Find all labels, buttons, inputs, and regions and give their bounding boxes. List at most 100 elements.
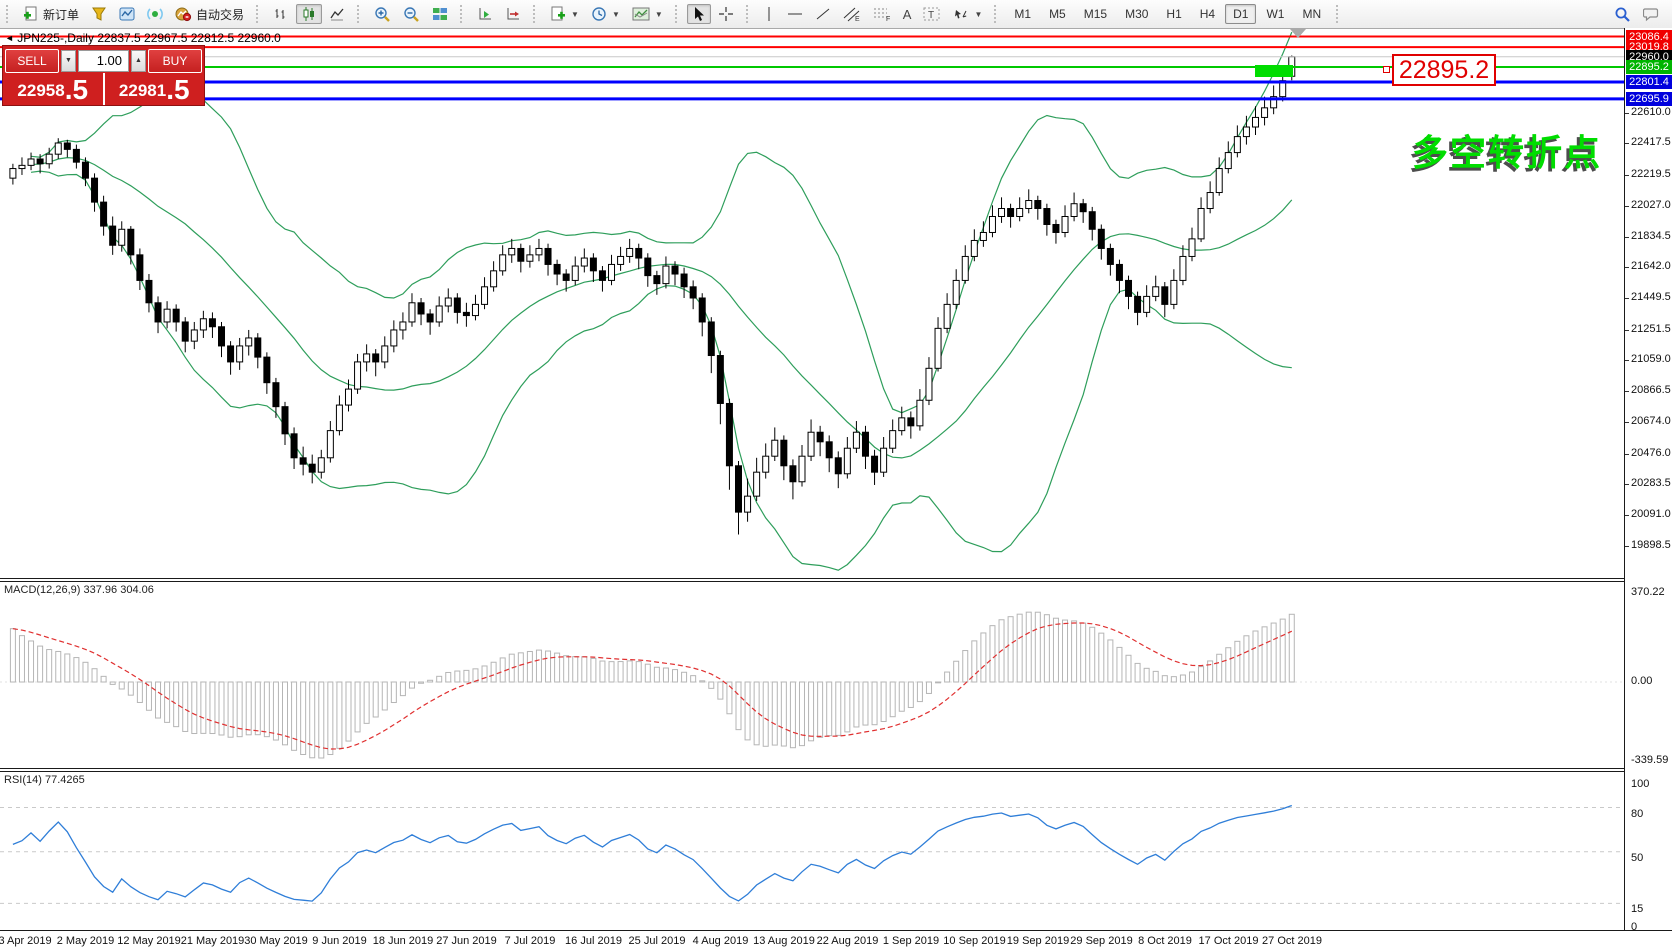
tf-m5-button[interactable]: M5 [1041, 4, 1074, 24]
macd-histogram-bar [446, 672, 451, 682]
tf-h4-button[interactable]: H4 [1192, 4, 1223, 24]
macd-histogram-bar [219, 682, 224, 735]
macd-histogram-bar [745, 682, 750, 740]
macd-histogram-bar [799, 682, 804, 746]
arrows-button[interactable]: ▼ [948, 4, 987, 24]
templates-button[interactable]: ▼ [627, 4, 668, 24]
text-button[interactable]: A [898, 4, 917, 24]
tf-h1-button[interactable]: H1 [1158, 4, 1189, 24]
price-annotation-text: 22895.2 [1399, 56, 1489, 85]
chat-button[interactable] [1638, 4, 1666, 24]
tf-mn-button[interactable]: MN [1294, 4, 1329, 24]
trendline-button[interactable] [810, 4, 836, 24]
toolbar-grip[interactable] [1336, 5, 1342, 23]
fibonacci-button[interactable]: F [868, 4, 896, 24]
candle [826, 435, 832, 472]
alerts-button[interactable] [86, 4, 112, 24]
macd-histogram-bar [1235, 641, 1240, 682]
zoom-in-button[interactable] [369, 4, 396, 24]
line-chart-button[interactable] [324, 4, 350, 24]
tf-m30-button[interactable]: M30 [1117, 4, 1156, 24]
horizontal-line-button[interactable] [782, 4, 808, 24]
macd-main-value: 337.96 [83, 584, 117, 596]
new-order-button[interactable]: 新订单 [18, 4, 84, 24]
candlestick-chart-button[interactable] [296, 4, 322, 24]
buy-price[interactable]: 22981 .5 [105, 73, 205, 105]
text-label-button[interactable]: T [918, 4, 946, 24]
macd-canvas[interactable] [0, 582, 1624, 768]
price-axis[interactable]: 22610.022417.522219.522027.021834.521642… [1624, 28, 1672, 930]
candle [110, 216, 116, 254]
auto-scroll-button[interactable] [472, 4, 498, 24]
vertical-line-button[interactable] [758, 4, 780, 24]
candle [881, 437, 887, 477]
axis-tick [1625, 546, 1629, 547]
macd-histogram-bar [936, 682, 941, 683]
macd-histogram-bar [400, 682, 405, 696]
toolbar-grip[interactable] [357, 5, 363, 23]
tf-w1-button[interactable]: W1 [1258, 4, 1292, 24]
volume-decrement-button[interactable]: ▼ [61, 50, 76, 72]
toolbar-grip[interactable] [994, 5, 1000, 23]
price-flag-anchor[interactable] [1383, 66, 1390, 73]
bollinger-middle-band [31, 158, 1292, 458]
toolbar-grip[interactable] [746, 5, 752, 23]
candle [999, 197, 1005, 223]
main-chart-canvas[interactable] [0, 28, 1624, 578]
bar-chart-button[interactable] [268, 4, 294, 24]
toolbar-grip[interactable] [6, 5, 12, 23]
buy-button[interactable]: BUY [148, 49, 202, 73]
date-axis-label: 13 Aug 2019 [753, 935, 815, 947]
macd-histogram-bar [781, 682, 786, 746]
axis-tick [1625, 175, 1629, 176]
candle [246, 330, 252, 356]
cursor-button[interactable] [687, 4, 711, 24]
chart-shift-marker[interactable] [1290, 29, 1306, 38]
toolbar-grip[interactable] [256, 5, 262, 23]
candle [219, 322, 225, 357]
collapse-triangle-icon[interactable]: ◄ [5, 33, 14, 43]
price-annotation-box[interactable]: 22895.2 [1392, 54, 1496, 86]
macd-histogram-bar [818, 682, 823, 737]
macd-histogram-bar [1217, 654, 1222, 682]
breakout-highlight-rect[interactable] [1255, 65, 1293, 77]
macd-histogram-bar [373, 682, 378, 717]
sell-button[interactable]: SELL [5, 49, 59, 73]
equidistant-channel-button[interactable]: E [838, 4, 866, 24]
tf-m1-button[interactable]: M1 [1006, 4, 1039, 24]
macd-histogram-bar [926, 682, 931, 693]
tile-windows-button[interactable] [427, 4, 453, 24]
volume-input[interactable]: 1.00 [78, 50, 129, 72]
indicators-button[interactable]: ▼ [545, 4, 584, 24]
toolbar-grip[interactable] [675, 5, 681, 23]
candle [146, 274, 152, 312]
volume-increment-button[interactable]: ▲ [131, 50, 146, 72]
macd-histogram-bar [1090, 627, 1095, 682]
candle [73, 145, 79, 169]
zoom-out-button[interactable] [398, 4, 425, 24]
autotrading-button[interactable]: 自动交易 [170, 4, 249, 24]
sell-price[interactable]: 22958 .5 [3, 73, 105, 105]
macd-histogram-bar [536, 650, 541, 682]
search-button[interactable] [1609, 4, 1636, 24]
toolbar-grip[interactable] [460, 5, 466, 23]
tf-d1-button[interactable]: D1 [1225, 4, 1256, 24]
candle [935, 317, 941, 371]
signals-button[interactable] [142, 4, 168, 24]
macd-histogram-bar [355, 682, 360, 732]
buy-price-main: 22981 [119, 78, 166, 104]
macd-histogram-bar [255, 682, 260, 735]
chart-shift-button[interactable] [500, 4, 526, 24]
date-axis-label: 1 Sep 2019 [883, 935, 939, 947]
candle [1017, 197, 1023, 221]
date-axis[interactable]: 23 Apr 20192 May 201912 May 201921 May 2… [0, 930, 1672, 952]
toolbar-grip[interactable] [533, 5, 539, 23]
macd-histogram-bar [328, 682, 333, 755]
tf-m15-button[interactable]: M15 [1076, 4, 1115, 24]
chart-window-button[interactable] [114, 4, 140, 24]
periods-button[interactable]: ▼ [586, 4, 625, 24]
axis-tick-label: 21059.0 [1631, 353, 1671, 365]
macd-histogram-bar [1171, 677, 1176, 682]
crosshair-button[interactable] [713, 4, 739, 24]
rsi-canvas[interactable] [0, 772, 1624, 930]
